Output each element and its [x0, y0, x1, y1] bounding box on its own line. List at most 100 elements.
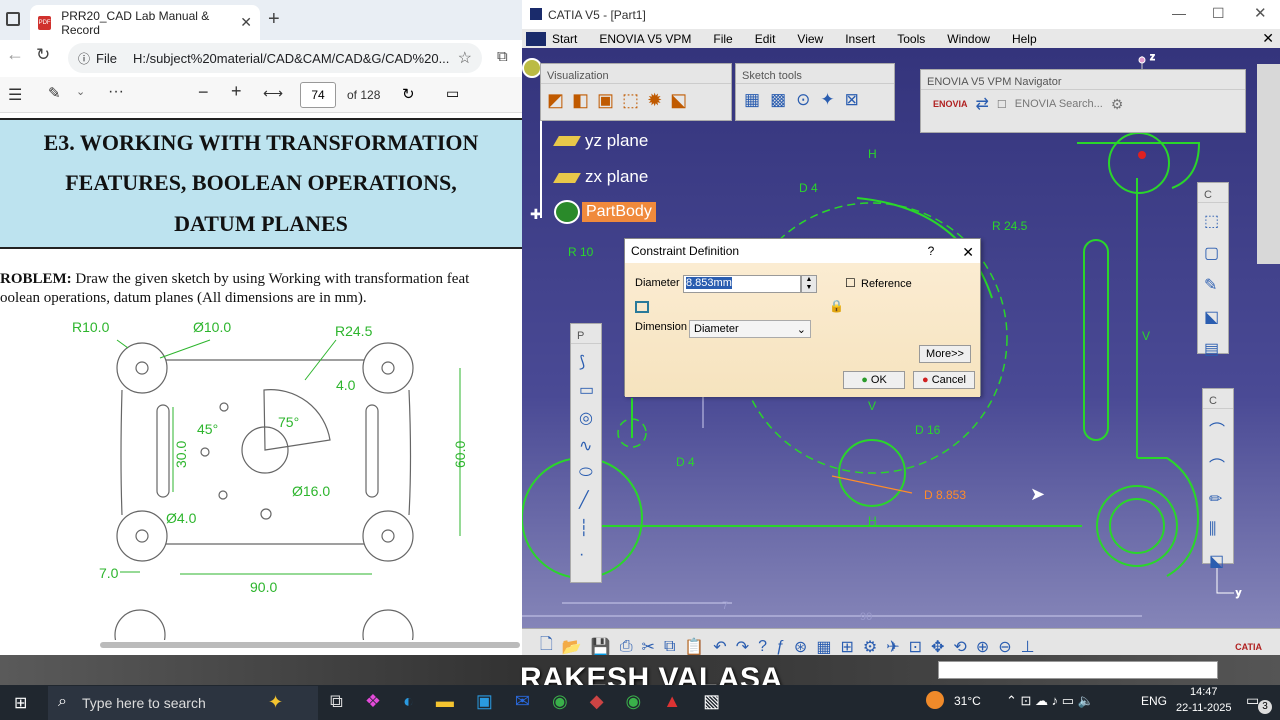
tree-gear-icon[interactable]: [522, 58, 542, 78]
command-input[interactable]: [938, 661, 1218, 679]
tree-icon[interactable]: ⊞: [840, 637, 853, 657]
close-window-icon[interactable]: ✕: [1254, 4, 1267, 22]
menu-insert[interactable]: Insert: [845, 32, 875, 46]
highlight-icon[interactable]: ✎: [48, 84, 61, 102]
weather-temp[interactable]: 31°C: [954, 694, 981, 708]
minimize-icon[interactable]: —: [1172, 5, 1186, 21]
output-icon[interactable]: ⬕: [1204, 307, 1222, 327]
zoom-in-icon[interactable]: +: [231, 81, 242, 102]
tree-yz-plane[interactable]: yz plane: [585, 131, 648, 151]
fit-all-icon[interactable]: ⊡: [909, 637, 922, 657]
cut-part-icon[interactable]: ▣: [597, 90, 614, 111]
diameter-field[interactable]: 8.853mm: [683, 275, 801, 293]
chrome-icon[interactable]: ◉: [552, 691, 568, 712]
windows-start-icon[interactable]: ⊞: [14, 693, 27, 713]
maximize-icon[interactable]: ☐: [1212, 5, 1225, 22]
expand-icon[interactable]: ✚: [530, 206, 542, 223]
contents-icon[interactable]: ☰: [8, 85, 22, 105]
sketch-icon[interactable]: ▢: [1204, 243, 1222, 263]
ok-button[interactable]: ● OK: [843, 371, 905, 389]
app-icon[interactable]: ◆: [590, 691, 604, 712]
more-icon[interactable]: ···: [108, 83, 124, 101]
tray-chevron-icon[interactable]: ⌃ ⊡ ☁ ♪ ▭ 🔈: [1006, 693, 1094, 709]
rotate-view-icon[interactable]: ⟲: [953, 637, 966, 657]
menu-help[interactable]: Help: [1012, 32, 1037, 46]
print-icon[interactable]: ⎙: [620, 638, 633, 656]
snap-icon[interactable]: ▩: [770, 90, 786, 110]
outlook-icon[interactable]: ✉: [515, 691, 530, 712]
spline-icon[interactable]: ∿: [579, 436, 593, 456]
copilot-icon[interactable]: ❖: [365, 691, 381, 712]
copy-icon[interactable]: ⧉: [664, 638, 675, 656]
address-bar[interactable]: ⓘ File H:/subject%20material/CAD&CAM/CAD…: [68, 43, 482, 73]
cancel-button[interactable]: ● Cancel: [913, 371, 975, 389]
language-indicator[interactable]: ENG: [1141, 694, 1167, 708]
chrome-profile-icon[interactable]: ◉: [626, 691, 642, 712]
mirror-icon[interactable]: ⫼: [1209, 521, 1227, 539]
lighting-icon[interactable]: ✹: [647, 90, 662, 111]
horizontal-scrollbar[interactable]: [100, 642, 520, 648]
enovia-tools-icon[interactable]: ⚙: [1111, 96, 1124, 113]
dimension-select[interactable]: Diameter ⌄: [689, 320, 811, 338]
taskbar-search[interactable]: ⌕ Type here to search ✦: [48, 686, 318, 720]
menu-enovia[interactable]: ENOVIA V5 VPM: [599, 32, 691, 46]
analysis-tool-icon[interactable]: ⚙: [863, 637, 877, 657]
tab-actions-icon[interactable]: [6, 12, 20, 26]
menu-file[interactable]: File: [713, 32, 732, 46]
paste-icon[interactable]: 📋: [684, 637, 704, 657]
enovia-search-label[interactable]: ENOVIA Search...: [1015, 98, 1103, 110]
formula-icon[interactable]: ƒ: [776, 638, 785, 656]
close-tab-icon[interactable]: ✕: [240, 14, 252, 31]
zoom-out-icon[interactable]: −: [198, 82, 209, 103]
hide-show-icon[interactable]: ⬚: [622, 90, 639, 111]
lock-icon[interactable]: 🔒: [829, 299, 844, 313]
help-button[interactable]: ?: [928, 244, 935, 258]
weather-icon[interactable]: [926, 691, 944, 709]
pan-icon[interactable]: ✥: [931, 637, 944, 657]
pdf-reader-icon[interactable]: ▲: [663, 691, 681, 712]
edge-icon[interactable]: ◐: [403, 691, 414, 712]
menu-tools[interactable]: Tools: [897, 32, 925, 46]
browser-tab[interactable]: PDF PRR20_CAD Lab Manual & Record ✕: [30, 5, 260, 40]
trim-icon[interactable]: ✏: [1209, 489, 1227, 509]
task-view-icon[interactable]: ⧉: [330, 691, 343, 712]
doc-close-icon[interactable]: ✕: [1262, 30, 1274, 47]
zoom-in-view-icon[interactable]: ⊕: [976, 637, 989, 657]
page-view-icon[interactable]: ▭: [446, 85, 459, 102]
more-button[interactable]: More>>: [919, 345, 971, 363]
table-icon[interactable]: ▦: [816, 637, 831, 657]
clock-time[interactable]: 14:47: [1190, 686, 1218, 698]
line-icon[interactable]: ╱: [579, 490, 593, 510]
grid-icon[interactable]: ▦: [744, 90, 760, 110]
normal-view-icon[interactable]: ⊥: [1021, 637, 1035, 657]
rectangle-icon[interactable]: ▭: [579, 380, 594, 400]
fit-width-icon[interactable]: ⟷: [263, 85, 283, 102]
analysis-icon[interactable]: ✎: [1204, 275, 1222, 295]
axis-icon[interactable]: ┆: [579, 518, 593, 538]
open-icon[interactable]: 📂: [562, 637, 582, 657]
enovia-checkbox[interactable]: ☐: [997, 98, 1007, 111]
page-number-input[interactable]: 74: [300, 82, 336, 108]
geometric-constraints-icon[interactable]: ✦: [820, 90, 834, 110]
fly-icon[interactable]: ✈: [886, 637, 899, 657]
undo-icon[interactable]: ↶: [713, 637, 726, 657]
new-tab-icon[interactable]: +: [268, 8, 280, 31]
dialog-close-icon[interactable]: ✕: [962, 244, 974, 260]
sketch-plane-icon[interactable]: ⬚: [1204, 211, 1222, 231]
profile-icon[interactable]: ⟆: [579, 352, 593, 372]
view-mode-icon[interactable]: ◧: [572, 90, 589, 111]
enovia-connect-icon[interactable]: ⇄: [976, 94, 989, 114]
reload-icon[interactable]: ↻: [36, 45, 50, 65]
clock-date[interactable]: 22-11-2025: [1176, 702, 1231, 714]
chamfer-icon[interactable]: ⌒: [1209, 453, 1227, 477]
construction-icon[interactable]: ⊙: [796, 90, 810, 110]
corner-icon[interactable]: ⌒: [1209, 417, 1227, 441]
render-icon[interactable]: ◩: [547, 90, 564, 111]
catia-taskbar-icon[interactable]: ▧: [703, 691, 720, 712]
favorite-star-icon[interactable]: ☆: [458, 48, 472, 68]
circle-icon[interactable]: ◎: [579, 408, 593, 428]
menu-start[interactable]: Start: [552, 32, 577, 46]
dimensional-constraints-icon[interactable]: ⊠: [845, 90, 859, 110]
point-icon[interactable]: ·: [579, 546, 593, 564]
ellipse-icon[interactable]: ⬭: [579, 464, 593, 482]
